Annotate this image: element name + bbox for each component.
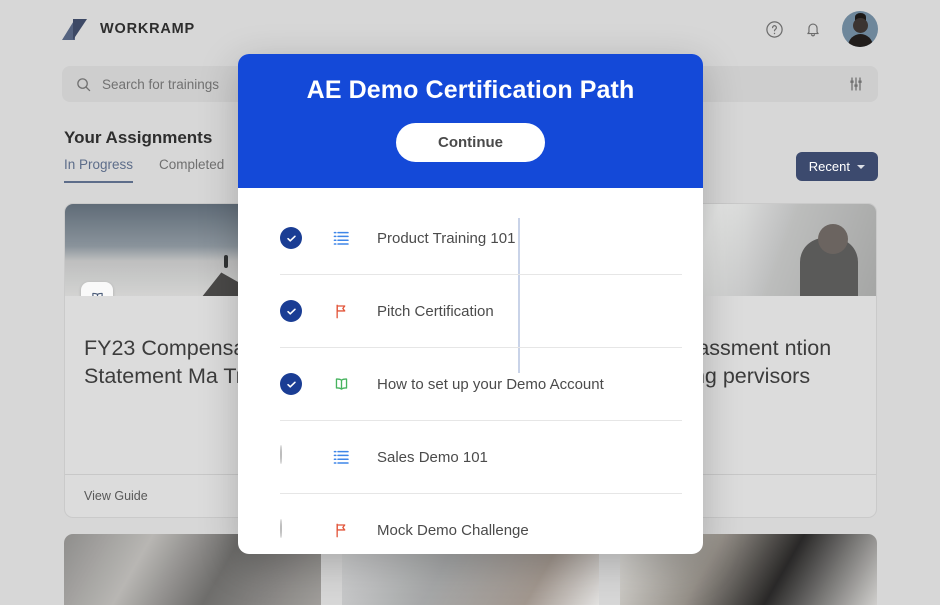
workramp-logo-icon [62, 17, 89, 42]
chevron-down-icon [857, 165, 865, 169]
step-item[interactable]: Product Training 101 [280, 202, 682, 275]
sort-label: Recent [809, 159, 850, 174]
assignment-tabs: In Progress Completed A [64, 157, 259, 183]
app-root: WORKRAMP [0, 0, 940, 605]
filter-sliders-icon[interactable] [848, 76, 864, 92]
step-status-todo-icon [280, 520, 302, 542]
sort-recent-button[interactable]: Recent [796, 152, 878, 181]
step-label: Mock Demo Challenge [377, 522, 529, 539]
brand-name: WORKRAMP [100, 21, 195, 37]
list-icon [330, 227, 352, 249]
step-item[interactable]: Pitch Certification [280, 275, 682, 348]
step-status-done-icon [280, 227, 302, 249]
certification-path-modal: AE Demo Certification Path Continue Prod… [238, 54, 703, 554]
list-icon [330, 446, 352, 468]
tab-completed[interactable]: Completed [159, 157, 224, 183]
step-status-done-icon [280, 373, 302, 395]
flag-icon [330, 520, 352, 542]
top-bar-actions [764, 11, 878, 47]
bell-icon[interactable] [803, 19, 823, 39]
search-placeholder: Search for trainings [102, 77, 219, 92]
step-list: Product Training 101 Pitch Certification [238, 188, 703, 554]
tab-in-progress[interactable]: In Progress [64, 157, 133, 183]
step-item[interactable]: Mock Demo Challenge [280, 494, 682, 554]
search-icon [76, 77, 91, 92]
step-item[interactable]: How to set up your Demo Account [280, 348, 682, 421]
modal-header: AE Demo Certification Path Continue [238, 54, 703, 188]
step-label: Product Training 101 [377, 230, 515, 247]
step-status-todo-icon [280, 446, 302, 468]
book-icon [330, 373, 352, 395]
flag-icon [330, 300, 352, 322]
brand-logo[interactable]: WORKRAMP [62, 17, 195, 42]
top-bar: WORKRAMP [0, 0, 940, 58]
step-status-done-icon [280, 300, 302, 322]
help-circle-icon[interactable] [764, 19, 784, 39]
step-label: How to set up your Demo Account [377, 376, 604, 393]
continue-button[interactable]: Continue [396, 123, 545, 162]
avatar[interactable] [842, 11, 878, 47]
step-label: Pitch Certification [377, 303, 494, 320]
modal-title: AE Demo Certification Path [238, 76, 703, 105]
step-label: Sales Demo 101 [377, 449, 488, 466]
step-item[interactable]: Sales Demo 101 [280, 421, 682, 494]
page-title: Your Assignments [64, 128, 212, 148]
book-icon [81, 282, 113, 296]
